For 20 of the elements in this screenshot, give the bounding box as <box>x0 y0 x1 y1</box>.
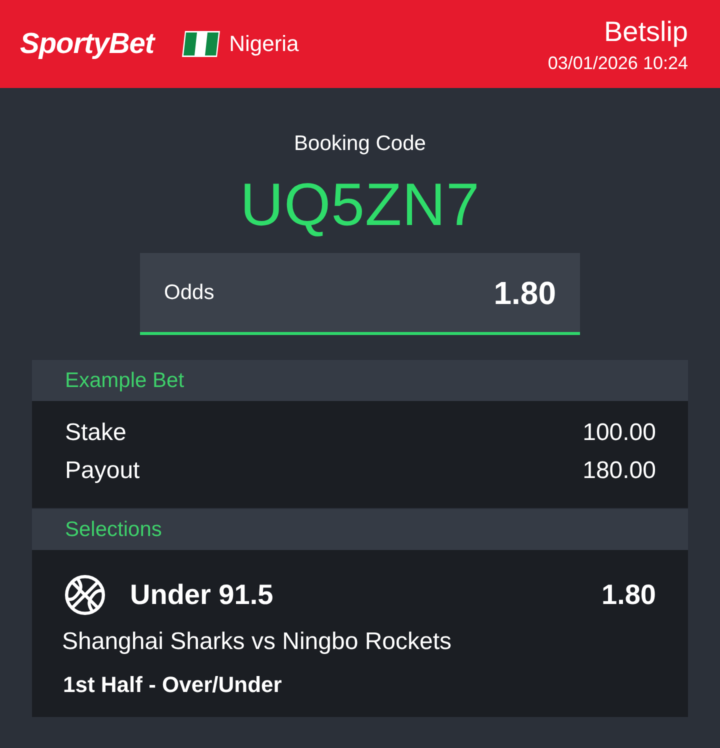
flag-icon <box>182 31 220 57</box>
bet-label: Stake <box>65 419 126 447</box>
market-name: 1st Half - Over/Under <box>63 671 282 699</box>
country-label: Nigeria <box>229 31 299 57</box>
odds-value: 1.80 <box>494 274 556 310</box>
section-title: Example Bet <box>65 368 184 394</box>
match-name: Shanghai Sharks vs Ningbo Rockets <box>62 628 452 656</box>
section-title: Selections <box>65 516 162 542</box>
bet-amount: 100.00 <box>582 419 656 447</box>
selection-pick: Under 91.5 <box>130 579 274 611</box>
odds-label: Odds <box>164 280 214 306</box>
page-title: Betslip <box>604 16 688 48</box>
basketball-icon <box>65 575 105 615</box>
bet-label: Payout <box>65 457 140 485</box>
selection-odds: 1.80 <box>602 579 656 611</box>
booking-code-label: Booking Code <box>294 131 426 157</box>
date-time: 03/01/2026 10:24 <box>548 52 688 74</box>
bet-amount: 180.00 <box>582 457 656 485</box>
brand-logo: SportyBet <box>20 28 154 60</box>
booking-code: UQ5ZN7 <box>240 173 480 237</box>
